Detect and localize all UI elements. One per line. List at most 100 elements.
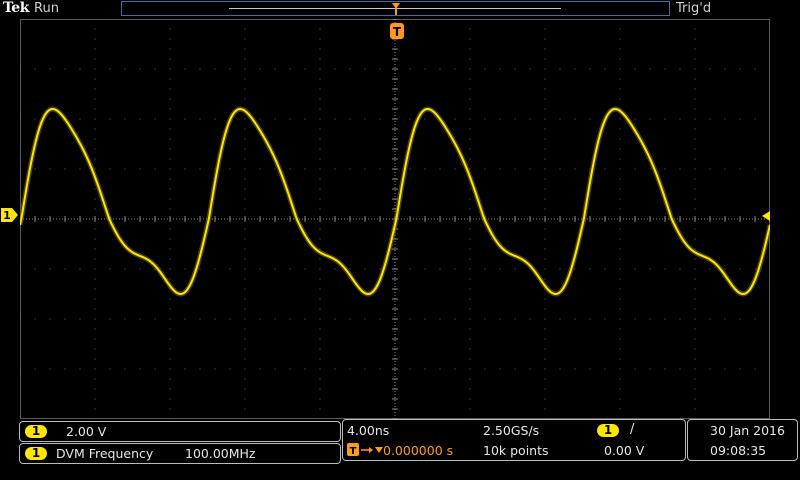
grid-dot: [214, 268, 216, 270]
grid-dot: [169, 418, 171, 419]
grid-dot: [244, 138, 246, 140]
grid-dot: [34, 268, 36, 270]
grid-dot: [559, 118, 561, 120]
grid-dot: [154, 168, 156, 170]
grid-dot: [409, 268, 411, 270]
time: 09:08:35: [710, 443, 767, 458]
grid-dot: [634, 368, 636, 370]
grid-dot: [49, 168, 51, 170]
dvm-measurement-readout[interactable]: 1 DVM Frequency 100.00MHz: [19, 443, 341, 464]
grid-dot: [214, 118, 216, 120]
grid-dot: [589, 368, 591, 370]
grid-dot: [664, 68, 666, 70]
grid-dot: [334, 368, 336, 370]
grid-dot: [154, 368, 156, 370]
grid-dot: [634, 318, 636, 320]
grid-dot: [469, 48, 471, 50]
grid-dot: [679, 318, 681, 320]
grid-dot: [169, 378, 171, 380]
grid-dot: [244, 78, 246, 80]
grid-dot: [94, 358, 96, 360]
grid-dot: [544, 268, 546, 270]
grid-dot: [244, 298, 246, 300]
grid-dot: [589, 68, 591, 70]
grid-dot: [319, 168, 321, 170]
grid-dot: [724, 168, 726, 170]
grid-dot: [304, 268, 306, 270]
sample-rate: 2.50GS/s: [483, 423, 540, 438]
grid-dot: [679, 168, 681, 170]
grid-dot: [319, 338, 321, 340]
grid-dot: [424, 368, 426, 370]
grid-dot: [739, 368, 741, 370]
grid-dot: [634, 118, 636, 120]
grid-dot: [64, 368, 66, 370]
grid-dot: [79, 118, 81, 120]
grid-dot: [319, 118, 321, 120]
grid-dot: [64, 318, 66, 320]
grid-dot: [244, 238, 246, 240]
grid-dot: [589, 318, 591, 320]
ch1-volts-per-div: 2.00 V: [66, 424, 107, 439]
grid-dot: [469, 288, 471, 290]
grid-dot: [529, 118, 531, 120]
grid-dot: [559, 168, 561, 170]
waveform-display[interactable]: [20, 19, 770, 419]
grid-dot: [649, 168, 651, 170]
record-view-bar[interactable]: [121, 1, 670, 16]
grid-dot: [709, 318, 711, 320]
grid-dot: [154, 68, 156, 70]
grid-dot: [34, 168, 36, 170]
grid-dot: [109, 268, 111, 270]
grid-dot: [709, 168, 711, 170]
grid-dot: [694, 38, 696, 40]
grid-dot: [139, 168, 141, 170]
grid-dot: [244, 68, 246, 70]
grid-dot: [244, 268, 246, 270]
grid-dot: [619, 148, 621, 150]
grid-dot: [694, 168, 696, 170]
grid-dot: [124, 68, 126, 70]
grid-dot: [769, 68, 770, 70]
ch1-ground-marker-icon[interactable]: 1: [0, 207, 19, 223]
grid-dot: [244, 118, 246, 120]
grid-dot: [544, 98, 546, 100]
grid-dot: [424, 168, 426, 170]
grid-dot: [274, 268, 276, 270]
grid-dot: [319, 298, 321, 300]
grid-dot: [484, 118, 486, 120]
acquisition-status[interactable]: Run: [34, 1, 59, 16]
grid-dot: [94, 128, 96, 130]
ch1-scale-readout[interactable]: 1 2.00 V: [19, 421, 341, 442]
grid-dot: [34, 68, 36, 70]
horizontal-trigger-readout[interactable]: 4.00ns 2.50GS/s 1 / T 0.000000 s 10k poi…: [342, 419, 686, 461]
grid-dot: [574, 68, 576, 70]
grid-dot: [694, 268, 696, 270]
grid-dot: [619, 28, 621, 30]
grid-dot: [169, 198, 171, 200]
grid-dot: [94, 328, 96, 330]
grid-dot: [544, 148, 546, 150]
grid-dot: [709, 118, 711, 120]
grid-dot: [94, 338, 96, 340]
grid-dot: [349, 168, 351, 170]
grid-dot: [244, 248, 246, 250]
trigger-position-marker-icon[interactable]: T: [388, 22, 406, 40]
svg-text:T: T: [350, 446, 357, 457]
grid-dot: [694, 48, 696, 50]
grid-dot: [694, 68, 696, 70]
grid-dot: [619, 128, 621, 130]
grid-dot: [364, 318, 366, 320]
grid-dot: [619, 68, 621, 70]
trigger-marker-label: T: [393, 25, 402, 39]
grid-dot: [94, 308, 96, 310]
grid-dot: [304, 68, 306, 70]
grid-dot: [244, 408, 246, 410]
grid-dot: [199, 68, 201, 70]
grid-dot: [499, 68, 501, 70]
grid-dot: [649, 318, 651, 320]
grid-dot: [469, 128, 471, 130]
grid-dot: [94, 238, 96, 240]
trigger-level-arrow-icon[interactable]: [760, 211, 770, 221]
grid-dot: [544, 208, 546, 210]
